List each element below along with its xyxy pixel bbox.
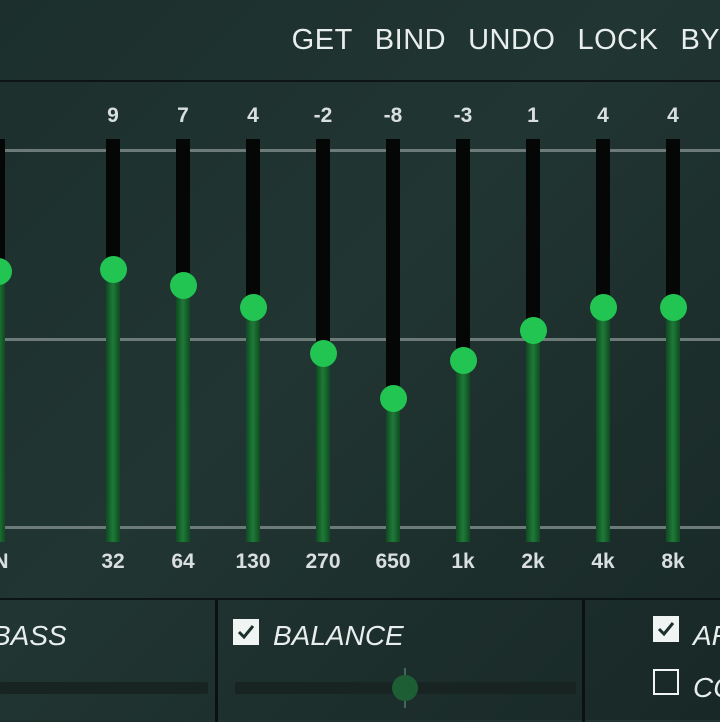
ar-checkbox[interactable] <box>653 616 679 642</box>
band-slider-knob[interactable] <box>449 347 477 375</box>
band-slider-knob[interactable] <box>519 316 547 344</box>
band-frequency-label: 650 <box>375 550 411 573</box>
band-value-label: -8 <box>383 104 403 127</box>
options-panel: BASS BALANCE AR CO <box>0 598 720 722</box>
checkmark-icon <box>657 622 675 637</box>
band-slider-knob[interactable] <box>589 294 617 322</box>
band-level-fill <box>526 330 540 542</box>
band-slider-track[interactable] <box>386 139 400 542</box>
bass-label: BASS <box>0 620 67 651</box>
equalizer-panel: IN 9 32 7 64 4 130 -2 270 -8 650 -3 1k 1 2k 4 4k 4 8k <box>0 82 720 598</box>
band-value-label: 4 <box>247 104 259 127</box>
balance-checkbox[interactable] <box>233 619 259 645</box>
band-level-fill <box>596 307 610 542</box>
band-frequency-label: 130 <box>235 550 271 573</box>
balance-slider-knob[interactable] <box>392 675 418 701</box>
band-level-fill <box>456 360 470 542</box>
band-level-fill <box>176 285 190 542</box>
bass-slider[interactable] <box>0 682 208 694</box>
band-level-fill <box>316 353 330 542</box>
get-button[interactable]: GET <box>292 24 353 57</box>
band-slider-knob[interactable] <box>659 294 687 322</box>
band-slider-track[interactable] <box>666 139 680 542</box>
band-frequency-label: 64 <box>171 550 195 573</box>
band-slider-knob[interactable] <box>169 271 197 299</box>
band-slider-knob[interactable] <box>379 384 407 412</box>
bind-button[interactable]: BIND <box>375 24 446 57</box>
band-frequency-label: 1k <box>451 550 475 573</box>
balance-label: BALANCE <box>273 620 404 651</box>
ar-label: AR <box>693 620 720 651</box>
band-level-fill <box>246 307 260 542</box>
band-frequency-label: 8k <box>661 550 685 573</box>
panel-divider <box>215 600 218 722</box>
band-value-label: -3 <box>453 104 473 127</box>
band-slider-knob[interactable] <box>0 258 12 286</box>
band-slider-knob[interactable] <box>99 256 127 284</box>
band-level-fill <box>666 307 680 542</box>
band-frequency-label: 4k <box>591 550 615 573</box>
band-slider-track[interactable] <box>596 139 610 542</box>
checkmark-icon <box>237 625 255 640</box>
band-value-label: 4 <box>597 104 609 127</box>
band-value-label: 7 <box>177 104 189 127</box>
bypass-button[interactable]: BYP <box>680 24 720 57</box>
band-slider-track[interactable] <box>456 139 470 542</box>
co-checkbox[interactable] <box>653 669 679 695</box>
top-toolbar: GET BIND UNDO LOCK BYP <box>0 0 720 82</box>
lock-button[interactable]: LOCK <box>577 24 658 57</box>
band-frequency-label: 32 <box>101 550 125 573</box>
panel-divider <box>582 600 585 722</box>
band-level-fill <box>106 269 120 542</box>
band-value-label: 1 <box>527 104 539 127</box>
co-label: CO <box>693 672 720 703</box>
band-level-fill <box>0 272 5 542</box>
band-value-label: 9 <box>107 104 119 127</box>
band-slider-knob[interactable] <box>309 339 337 367</box>
band-frequency-label: 270 <box>305 550 341 573</box>
band-slider-knob[interactable] <box>239 294 267 322</box>
band-frequency-label: 2k <box>521 550 545 573</box>
band-slider-track[interactable] <box>246 139 260 542</box>
toolbar-buttons: GET BIND UNDO LOCK BYP <box>292 0 720 80</box>
band-frequency-label: IN <box>0 550 9 573</box>
band-value-label: -2 <box>313 104 333 127</box>
band-slider-track[interactable] <box>0 139 5 542</box>
band-level-fill <box>386 398 400 542</box>
undo-button[interactable]: UNDO <box>468 24 555 57</box>
band-slider-track[interactable] <box>176 139 190 542</box>
band-slider-track[interactable] <box>106 139 120 542</box>
band-value-label: 4 <box>667 104 679 127</box>
